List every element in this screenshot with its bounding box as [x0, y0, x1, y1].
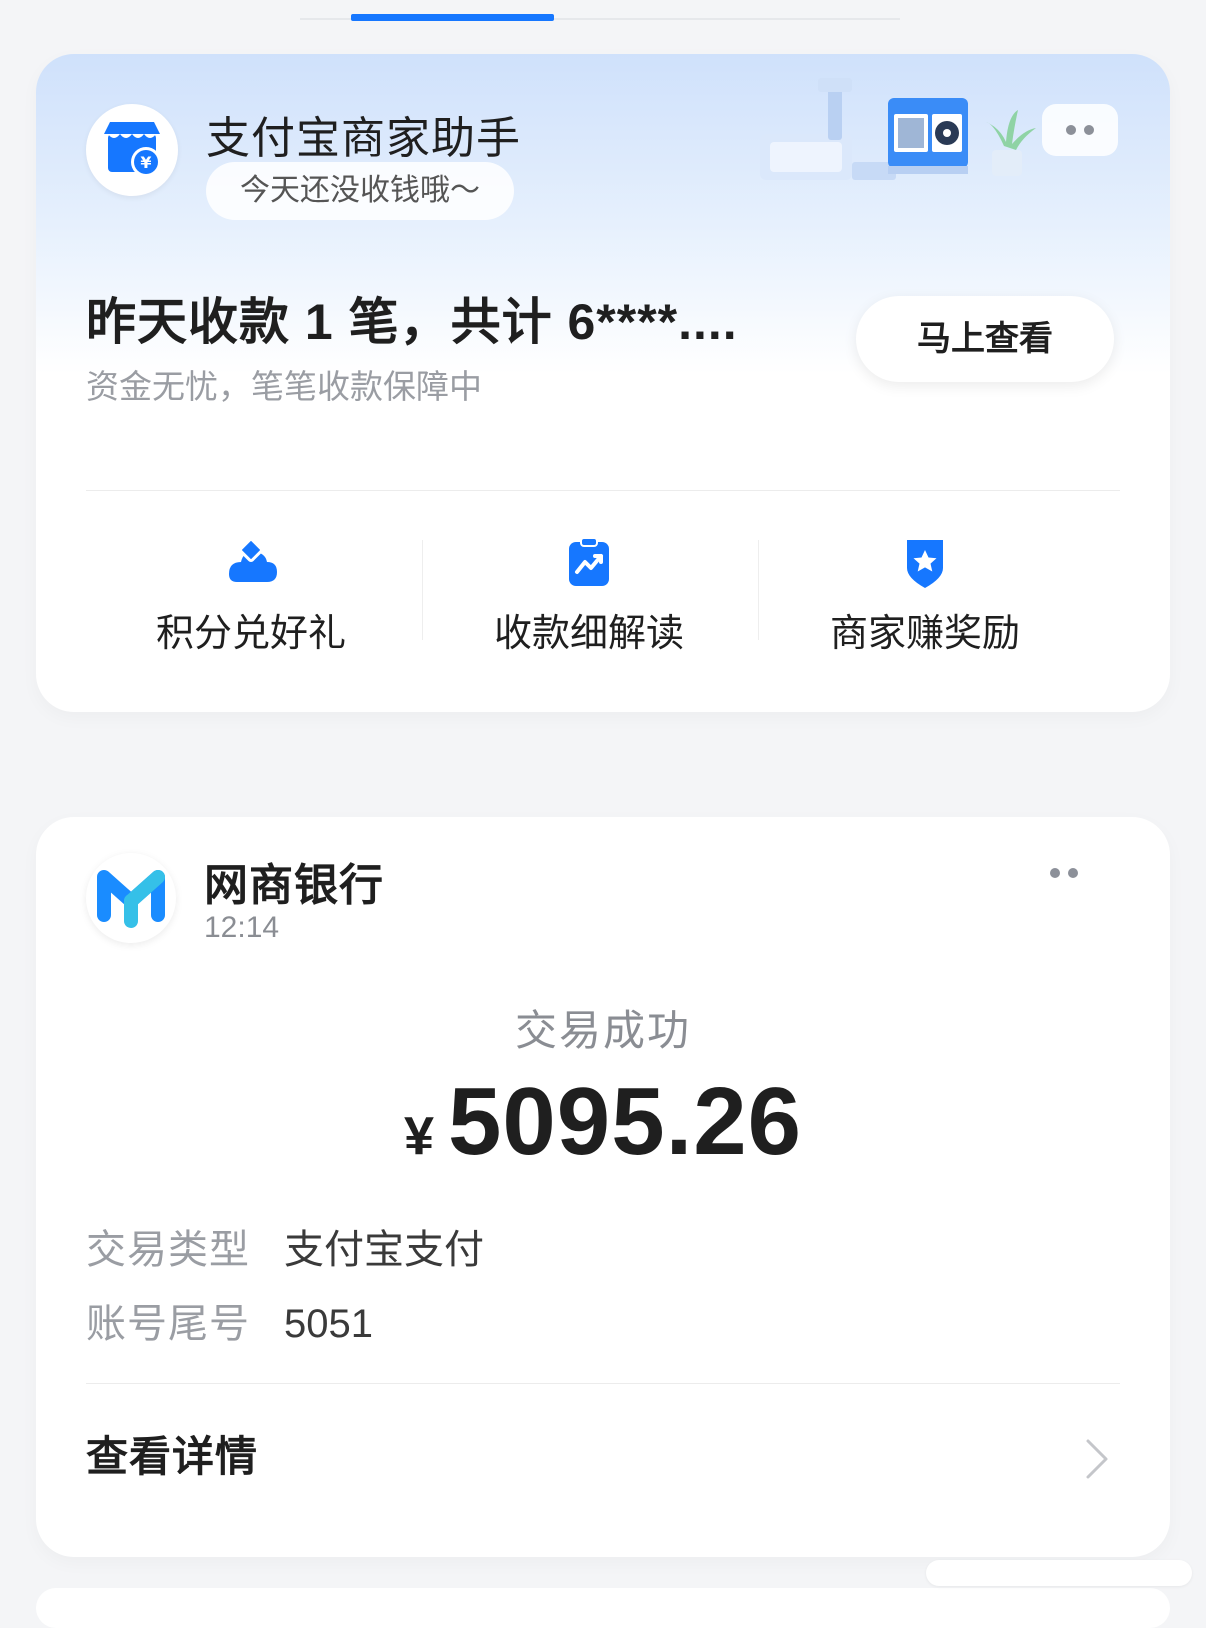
transaction-amount: ¥5095.26 — [36, 1067, 1170, 1177]
cloud-coin-icon — [229, 538, 277, 582]
clipboard-chart-icon — [569, 537, 609, 586]
quick-action-label: 商家赚奖励 — [829, 613, 1020, 655]
star-shield-icon — [907, 540, 943, 588]
merchant-logo-icon: ¥ — [86, 104, 178, 196]
merchant-assistant-card[interactable]: ¥ 支付宝商家助手 今天还没收钱哦～ 昨天收款 1 笔，共计 6****....… — [36, 54, 1170, 712]
scroll-indicator — [926, 1560, 1192, 1586]
bank-name: 网商银行 — [204, 861, 384, 910]
divider — [86, 1383, 1120, 1384]
cashier-illustration-icon — [760, 78, 1036, 180]
row-key: 交易类型 — [86, 1228, 250, 1272]
divider — [86, 490, 1120, 491]
status-pill: 今天还没收钱哦～ — [206, 162, 514, 220]
row-value: 支付宝支付 — [284, 1228, 484, 1272]
more-dots-icon — [1066, 125, 1094, 135]
quick-action-label: 收款细解读 — [493, 613, 684, 655]
row-value: 5051 — [284, 1302, 373, 1346]
transaction-status: 交易成功 — [514, 1007, 691, 1054]
yesterday-summary: 昨天收款 1 笔，共计 6****.... — [86, 294, 738, 350]
quick-action-payment-analysis[interactable]: 收款细解读 — [424, 528, 754, 655]
row-key: 账号尾号 — [86, 1302, 250, 1346]
quick-action-points-gift[interactable]: 积分兑好礼 — [86, 528, 416, 655]
summary-subtitle: 资金无忧，笔笔收款保障中 — [86, 368, 482, 405]
currency-symbol: ¥ — [403, 1106, 435, 1166]
view-now-button[interactable]: 马上查看 — [856, 296, 1114, 382]
quick-action-label: 积分兑好礼 — [155, 613, 346, 655]
bank-transaction-card[interactable]: 网商银行 12:14 交易成功 ¥5095.26 交易类型 支付宝支付 账号尾号 5… — [36, 817, 1170, 1557]
account-tail-row: 账号尾号 5051 — [86, 1291, 373, 1349]
view-details-link[interactable]: 查看详情 — [86, 1423, 258, 1484]
chevron-right-icon[interactable] — [1082, 1437, 1112, 1481]
next-card-peek — [36, 1588, 1170, 1628]
svg-text:¥: ¥ — [140, 153, 151, 172]
vertical-divider — [422, 540, 423, 640]
active-tab-indicator — [351, 14, 554, 21]
vertical-divider — [758, 540, 759, 640]
more-options-button[interactable] — [1042, 104, 1118, 156]
transaction-type-row: 交易类型 支付宝支付 — [86, 1217, 484, 1275]
message-time: 12:14 — [204, 911, 280, 944]
amount-value: 5095.26 — [448, 1068, 803, 1175]
quick-action-merchant-rewards[interactable]: 商家赚奖励 — [760, 528, 1090, 655]
more-dots-icon — [1050, 868, 1078, 878]
app-title: 支付宝商家助手 — [206, 114, 521, 163]
mybank-logo-icon — [86, 853, 176, 943]
more-options-button[interactable] — [1036, 853, 1092, 893]
